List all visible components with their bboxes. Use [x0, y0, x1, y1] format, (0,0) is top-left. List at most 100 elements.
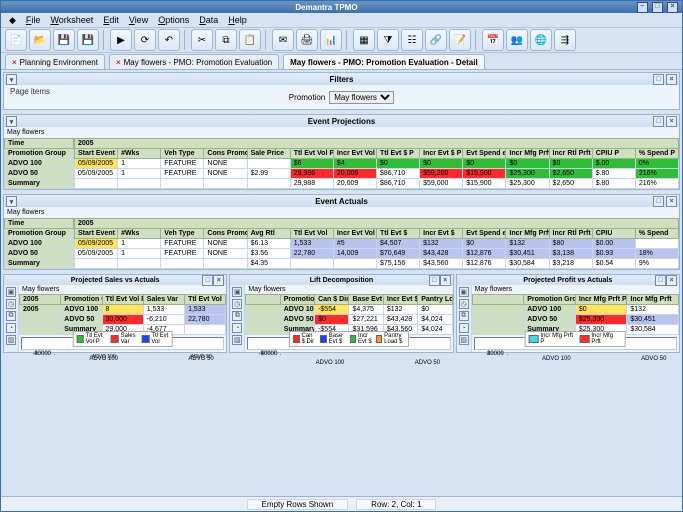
- cell[interactable]: $30,451: [506, 249, 549, 259]
- menu-options[interactable]: Options: [158, 15, 189, 25]
- cell[interactable]: $15,900: [463, 169, 506, 179]
- cell[interactable]: $25,300: [575, 315, 627, 325]
- cell[interactable]: 29,986: [290, 169, 333, 179]
- cell[interactable]: $75,156: [376, 259, 419, 269]
- side-icon[interactable]: ◷: [232, 299, 242, 309]
- col-header[interactable]: Veh Type: [161, 149, 204, 159]
- cell[interactable]: $132: [383, 305, 417, 315]
- cell[interactable]: $0: [575, 305, 627, 315]
- col-header[interactable]: Incr Rtl Prft: [549, 229, 592, 239]
- col-header[interactable]: Can $ Dir: [315, 295, 349, 305]
- close-icon[interactable]: ×: [667, 2, 678, 13]
- cell[interactable]: $0: [463, 239, 506, 249]
- cell[interactable]: 1,533: [185, 305, 226, 315]
- close-section-icon[interactable]: ×: [666, 74, 677, 85]
- col-header[interactable]: Cons Promo: [204, 229, 247, 239]
- col-header[interactable]: Incr Evt $ P: [420, 149, 463, 159]
- cell[interactable]: $0: [315, 315, 349, 325]
- open-icon[interactable]: 📂: [29, 29, 51, 51]
- col-header[interactable]: Sale Price: [247, 149, 290, 159]
- col-header[interactable]: Ttl Evt Vol P: [290, 149, 333, 159]
- max-icon[interactable]: □: [429, 275, 440, 286]
- cell[interactable]: NONE: [204, 159, 247, 169]
- col-header[interactable]: CPIU P: [592, 149, 635, 159]
- cell[interactable]: FEATURE: [161, 249, 204, 259]
- globe-icon[interactable]: 🌐: [530, 29, 552, 51]
- menu-file[interactable]: File: [26, 15, 41, 25]
- cell[interactable]: 22,780: [290, 249, 333, 259]
- cell[interactable]: $43,428: [420, 249, 463, 259]
- undo-icon[interactable]: ↶: [158, 29, 180, 51]
- col-header[interactable]: Incr Mfg Prft: [627, 295, 679, 305]
- cell[interactable]: 05/09/2005: [75, 159, 118, 169]
- cell[interactable]: [75, 179, 118, 189]
- cell[interactable]: $6: [290, 159, 333, 169]
- run-icon[interactable]: ▶: [110, 29, 132, 51]
- side-icon[interactable]: ▣: [459, 287, 469, 297]
- refresh-icon[interactable]: ⟳: [134, 29, 156, 51]
- cell[interactable]: $0: [420, 159, 463, 169]
- cell[interactable]: $30,584: [506, 259, 549, 269]
- mail-icon[interactable]: ✉: [272, 29, 294, 51]
- max-icon[interactable]: □: [653, 196, 664, 207]
- col-header[interactable]: #Wks: [118, 149, 161, 159]
- side-icon[interactable]: ◷: [6, 299, 16, 309]
- cell[interactable]: $30,584: [627, 325, 679, 335]
- cell[interactable]: 05/09/2005: [75, 239, 118, 249]
- cell[interactable]: FEATURE: [161, 169, 204, 179]
- col-header[interactable]: Incr Evt $: [383, 295, 417, 305]
- cell[interactable]: $0: [376, 159, 419, 169]
- cell[interactable]: $3,218: [549, 259, 592, 269]
- cell[interactable]: $0.00: [592, 239, 635, 249]
- cell[interactable]: $3,138: [549, 249, 592, 259]
- col-header[interactable]: Start Event P: [75, 149, 118, 159]
- side-icon[interactable]: ▨: [459, 335, 469, 345]
- cell[interactable]: 9%: [635, 259, 678, 269]
- col-header[interactable]: Ttl Evt Vol: [290, 229, 333, 239]
- cell[interactable]: $.80: [592, 179, 635, 189]
- cell[interactable]: NONE: [204, 239, 247, 249]
- saveas-icon[interactable]: 💾: [77, 29, 99, 51]
- side-icon[interactable]: ▨: [232, 335, 242, 345]
- cell[interactable]: $59,000: [420, 179, 463, 189]
- cell[interactable]: $0.93: [592, 249, 635, 259]
- cell[interactable]: 29,988: [290, 179, 333, 189]
- cell[interactable]: [118, 259, 161, 269]
- tree-icon[interactable]: ☷: [401, 29, 423, 51]
- cell[interactable]: 1: [118, 249, 161, 259]
- min-icon[interactable]: –: [637, 2, 648, 13]
- col-header[interactable]: % Spend P: [635, 149, 678, 159]
- cell[interactable]: $4.35: [247, 259, 290, 269]
- cell[interactable]: $3.56: [247, 249, 290, 259]
- promotion-select[interactable]: May flowers: [329, 91, 394, 104]
- max-icon[interactable]: □: [655, 275, 666, 286]
- cell[interactable]: $25,300: [506, 169, 549, 179]
- cell[interactable]: $12,876: [463, 249, 506, 259]
- cell[interactable]: $132: [506, 239, 549, 249]
- tab-close-icon[interactable]: ×: [12, 58, 17, 67]
- cell[interactable]: $25,300: [506, 179, 549, 189]
- cell[interactable]: $4,375: [349, 305, 383, 315]
- col-header[interactable]: Ttl Evt Vol P: [102, 295, 143, 305]
- cell[interactable]: $4,507: [376, 239, 419, 249]
- cell[interactable]: [204, 179, 247, 189]
- tab-eval[interactable]: ×May flowers - PMO: Promotion Evaluation: [109, 54, 279, 69]
- cell[interactable]: $59,200: [420, 169, 463, 179]
- cell[interactable]: [247, 179, 290, 189]
- cell[interactable]: [185, 325, 226, 335]
- cell[interactable]: -6,210: [143, 315, 184, 325]
- cell[interactable]: #5: [333, 239, 376, 249]
- cell[interactable]: $86,710: [376, 169, 419, 179]
- cell[interactable]: $0: [418, 305, 452, 315]
- cell[interactable]: 1: [118, 159, 161, 169]
- col-header[interactable]: Veh Type: [161, 229, 204, 239]
- chart-icon[interactable]: 📊: [320, 29, 342, 51]
- col-header[interactable]: #Wks: [118, 229, 161, 239]
- menu-data[interactable]: Data: [199, 15, 218, 25]
- max-icon[interactable]: □: [202, 275, 213, 286]
- cell[interactable]: $43,428: [383, 315, 417, 325]
- tab-eval-detail[interactable]: May flowers - PMO: Promotion Evaluation …: [283, 54, 485, 69]
- col-header[interactable]: Evt Spend exS P: [463, 149, 506, 159]
- close-section-icon[interactable]: ×: [666, 196, 677, 207]
- col-header[interactable]: Avg Rtl: [247, 229, 290, 239]
